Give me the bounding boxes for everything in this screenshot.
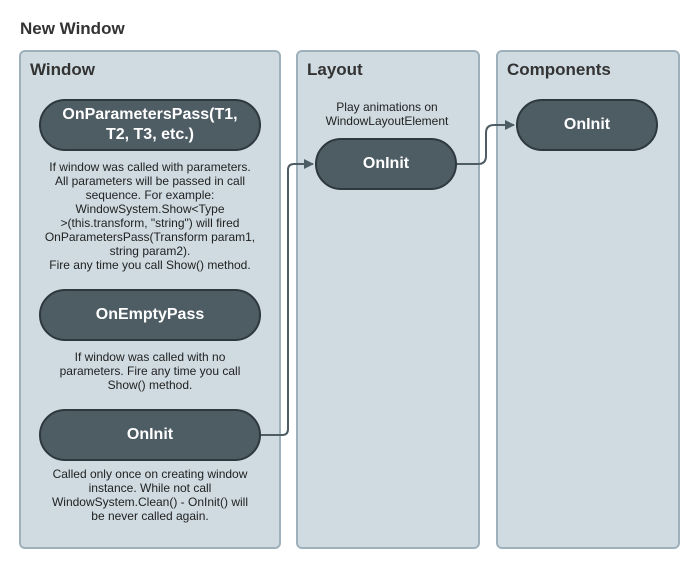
connector-layout-to-components xyxy=(457,120,515,165)
connectors xyxy=(261,120,515,436)
connector-window-to-layout xyxy=(261,159,314,436)
